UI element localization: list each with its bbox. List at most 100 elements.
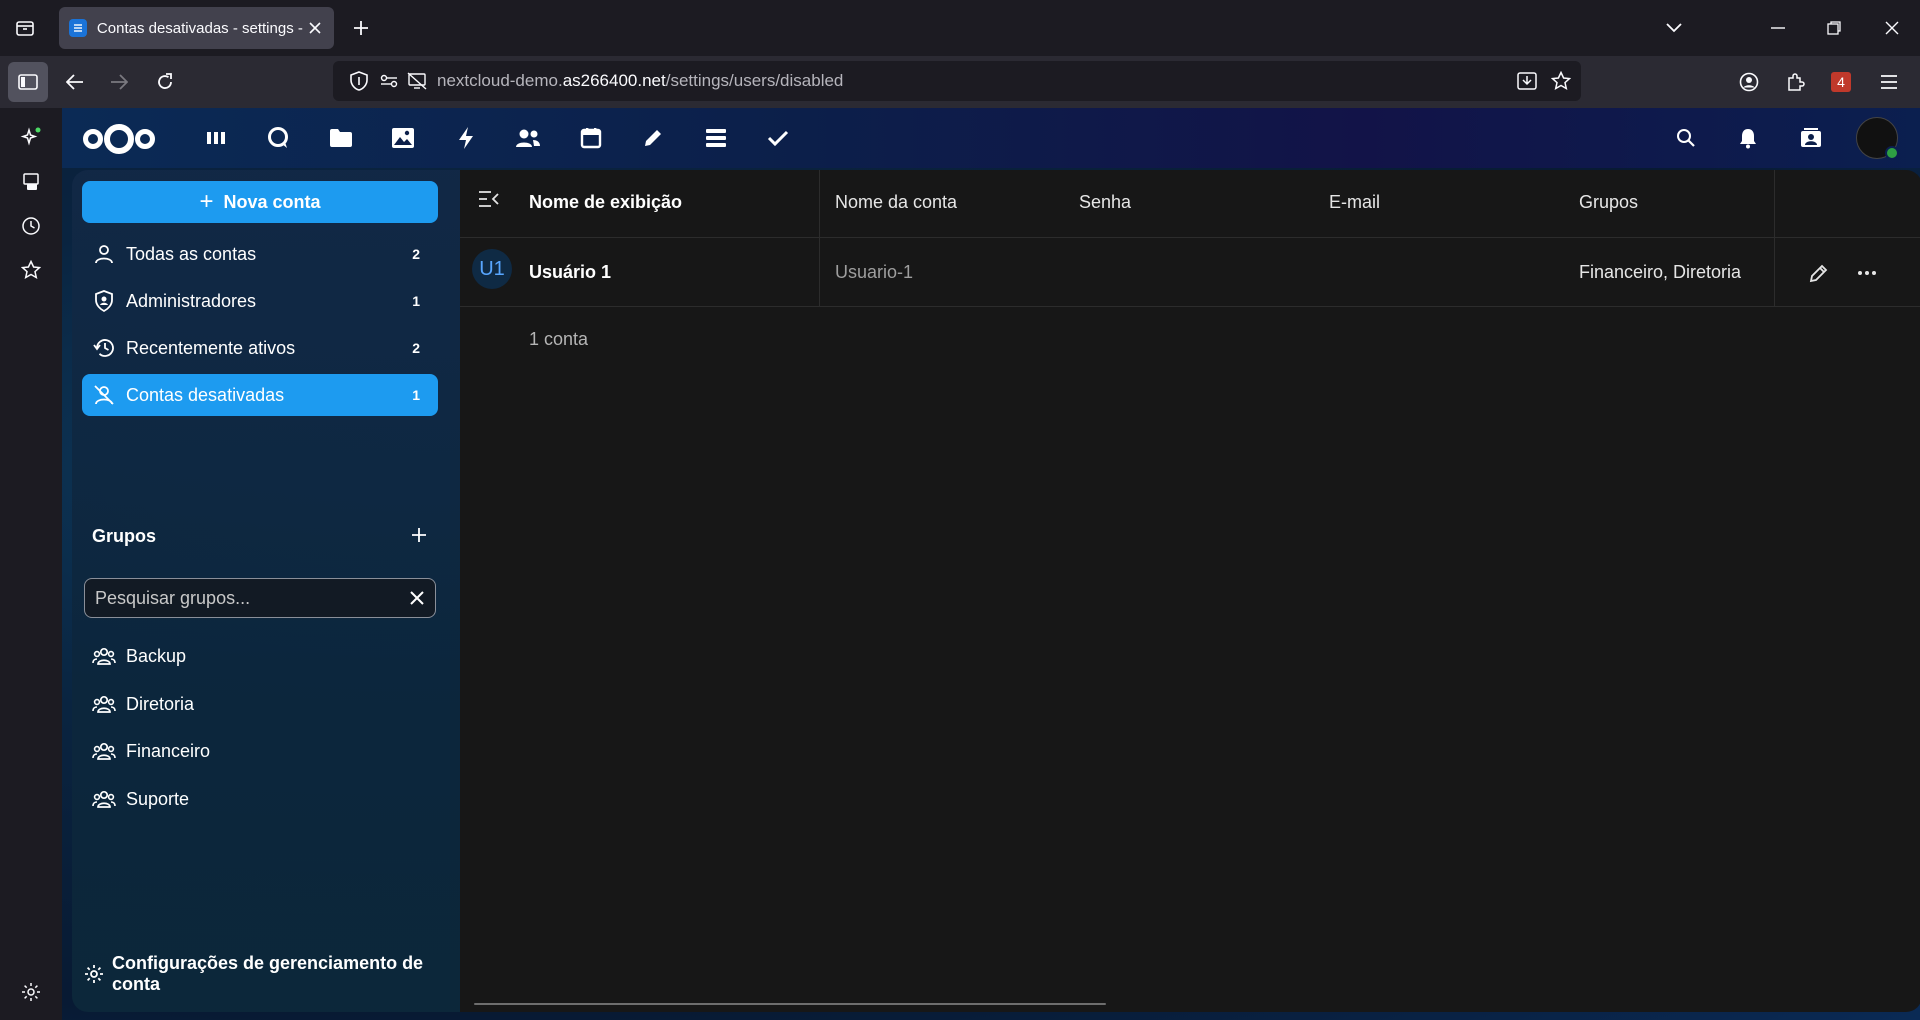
toggle-navigation-icon[interactable]	[478, 190, 502, 214]
cell-groups: Financeiro, Diretoria	[1579, 262, 1742, 282]
group-item-suporte[interactable]: Suporte	[82, 778, 438, 820]
nav-item-label: Administradores	[126, 290, 257, 311]
users-list-content: Nome de exibição Nome da conta Senha E-m…	[460, 170, 1920, 1012]
plus-icon	[412, 528, 426, 542]
nav-item-label: Recentemente ativos	[126, 337, 296, 358]
nav-item-administrators[interactable]: Administradores 1	[82, 280, 438, 322]
contacts-menu-icon[interactable]	[1795, 122, 1827, 154]
nav-item-recently-active[interactable]: Recentemente ativos 2	[82, 327, 438, 369]
column-header-email: E-mail	[1329, 192, 1381, 212]
new-account-label: Nova conta	[223, 191, 321, 212]
minimize-window-icon[interactable]	[1760, 10, 1796, 46]
new-tab-icon[interactable]	[343, 10, 379, 46]
customize-sidebar-gear-icon[interactable]	[13, 974, 49, 1010]
nextcloud-logo-icon[interactable]	[80, 122, 158, 156]
group-item-diretoria[interactable]: Diretoria	[82, 683, 438, 725]
column-header-groups: Grupos	[1579, 192, 1639, 212]
cell-account-name: Usuario-1	[835, 262, 914, 282]
tasks-checkmark-icon[interactable]	[762, 122, 794, 154]
synced-tabs-icon[interactable]	[13, 164, 49, 200]
nextcloud-header	[62, 108, 1920, 168]
clear-search-icon[interactable]	[407, 588, 427, 608]
notes-pencil-icon[interactable]	[637, 122, 669, 154]
back-arrow-icon[interactable]	[57, 64, 93, 100]
browser-tab-bar: Contas desativadas - settings -	[0, 0, 1920, 56]
bookmark-star-icon[interactable]	[1543, 63, 1579, 99]
tab-title: Contas desativadas - settings -	[96, 19, 303, 37]
nav-item-disabled-accounts[interactable]: Contas desativadas 1	[82, 374, 438, 416]
calendar-icon[interactable]	[575, 122, 607, 154]
nav-item-count: 2	[412, 246, 420, 262]
browser-tab-active[interactable]: Contas desativadas - settings -	[59, 7, 334, 49]
account-icon[interactable]	[1731, 64, 1767, 100]
history-icon	[92, 336, 116, 360]
nextcloud-app: + Nova conta Todas as contas 2 Administr…	[62, 108, 1920, 1020]
more-actions-dots-icon[interactable]	[1852, 258, 1882, 288]
notifications-bell-icon[interactable]	[1732, 122, 1764, 154]
group-icon	[92, 739, 116, 763]
dashboard-app-icon[interactable]	[200, 122, 232, 154]
save-to-pocket-icon[interactable]	[1509, 63, 1545, 99]
extension-badge-icon[interactable]: 4	[1823, 64, 1859, 100]
sticky-column-divider	[819, 170, 820, 306]
group-item-label: Suporte	[126, 788, 190, 809]
group-search-input[interactable]	[95, 579, 395, 617]
unified-search-icon[interactable]	[1670, 122, 1702, 154]
column-header-display-name: Nome de exibição	[529, 192, 683, 212]
history-clock-icon[interactable]	[13, 208, 49, 244]
gear-icon	[84, 964, 104, 984]
hamburger-menu-icon[interactable]	[1871, 64, 1907, 100]
list-all-tabs-icon[interactable]	[1656, 10, 1692, 46]
contacts-people-icon[interactable]	[512, 122, 544, 154]
talk-app-icon[interactable]	[262, 122, 294, 154]
online-status-icon	[1885, 146, 1899, 160]
reload-icon[interactable]	[147, 64, 183, 100]
user-avatar[interactable]	[1856, 117, 1899, 160]
group-icon	[92, 692, 116, 716]
group-icon	[92, 644, 116, 668]
photos-image-icon[interactable]	[387, 122, 419, 154]
close-tab-icon[interactable]	[306, 19, 324, 37]
restore-window-icon[interactable]	[1816, 10, 1852, 46]
nav-item-label: Contas desativadas	[126, 384, 285, 405]
sidebar-toggle-icon[interactable]	[8, 62, 48, 102]
nav-item-count: 1	[412, 387, 420, 403]
group-item-label: Financeiro	[126, 740, 211, 761]
extension-badge-count: 4	[1831, 72, 1851, 92]
app-navigation: + Nova conta Todas as contas 2 Administr…	[72, 170, 460, 1012]
group-item-label: Diretoria	[126, 693, 195, 714]
group-item-financeiro[interactable]: Financeiro	[82, 730, 438, 772]
deck-stack-icon[interactable]	[700, 122, 732, 154]
files-folder-icon[interactable]	[325, 122, 357, 154]
account-management-settings-button[interactable]: Configurações de gerenciamento de conta	[84, 953, 460, 995]
group-item-label: Backup	[126, 645, 187, 666]
column-header-account-name: Nome da conta	[835, 192, 958, 212]
horizontal-scrollbar[interactable]	[474, 1003, 1106, 1005]
browser-sidebar	[0, 108, 62, 1020]
header-divider	[460, 237, 1920, 238]
new-account-button[interactable]: + Nova conta	[82, 181, 438, 223]
nav-item-label: Todas as contas	[126, 243, 257, 264]
avatar: U1	[472, 249, 512, 289]
user-icon	[92, 242, 116, 266]
tab-overview-icon[interactable]	[7, 10, 43, 46]
column-header-password: Senha	[1079, 192, 1132, 212]
ai-chatbot-sparkle-icon[interactable]	[13, 120, 49, 156]
activity-lightning-icon[interactable]	[450, 122, 482, 154]
group-item-backup[interactable]: Backup	[82, 635, 438, 677]
url-bar[interactable]: nextcloud-demo.as266400.net/settings/use…	[333, 61, 1581, 101]
nav-item-all-accounts[interactable]: Todas as contas 2	[82, 233, 438, 275]
shield-account-icon	[92, 289, 116, 313]
close-window-icon[interactable]	[1874, 10, 1910, 46]
cell-display-name: Usuário 1	[529, 262, 612, 282]
accounts-count-footer: 1 conta	[529, 329, 589, 349]
actions-column-divider	[1774, 170, 1775, 306]
screen-share-blocked-icon[interactable]	[399, 63, 435, 99]
url-text: nextcloud-demo.as266400.net/settings/use…	[437, 71, 844, 90]
edit-pencil-icon[interactable]	[1804, 258, 1834, 288]
add-group-button[interactable]	[404, 520, 434, 550]
group-icon	[92, 787, 116, 811]
forward-arrow-icon[interactable]	[101, 64, 137, 100]
extensions-puzzle-icon[interactable]	[1777, 64, 1813, 100]
bookmarks-star-icon[interactable]	[13, 252, 49, 288]
